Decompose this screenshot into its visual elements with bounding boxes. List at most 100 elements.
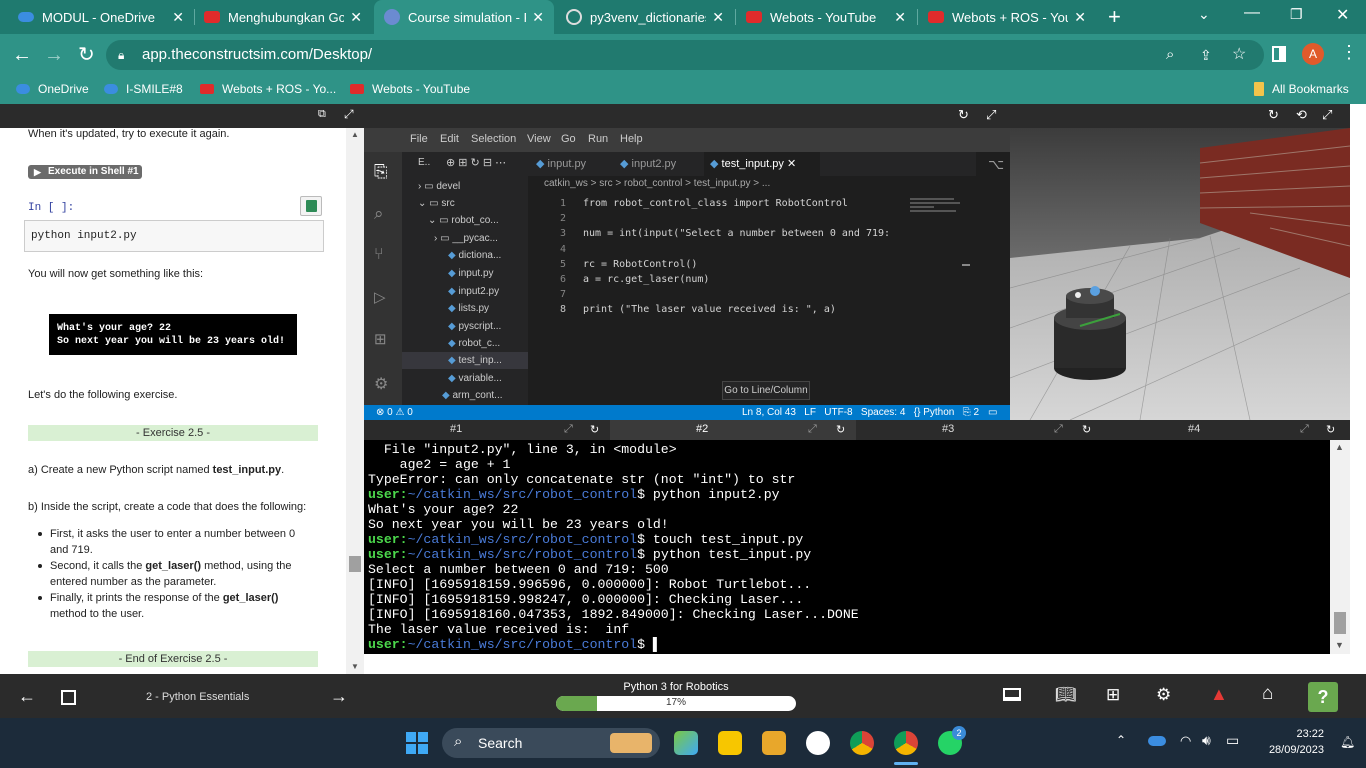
- file-explorer-icon[interactable]: [762, 731, 786, 755]
- bookmark-onedrive[interactable]: OneDrive: [16, 82, 89, 96]
- tab-shell-1[interactable]: #1: [450, 423, 462, 435]
- code-area[interactable]: 1 from robot_control_class import RobotC…: [528, 192, 900, 405]
- explorer-item[interactable]: ◆ arm_cont...: [442, 390, 503, 401]
- editor-tab[interactable]: ◆ input.py: [536, 152, 586, 176]
- close-icon[interactable]: ✕: [1074, 9, 1086, 26]
- run-debug-icon[interactable]: ▷: [374, 288, 386, 306]
- extensions-icon[interactable]: ⊞: [374, 330, 387, 348]
- explorer-item[interactable]: ◆ robot_c...: [448, 338, 500, 349]
- refresh-icon[interactable]: ↻: [1082, 423, 1091, 436]
- github-icon[interactable]: [806, 731, 830, 755]
- close-icon[interactable]: ✕: [894, 9, 906, 26]
- execute-shell-button[interactable]: ▶ Execute in Shell #1: [28, 165, 142, 179]
- volume-icon[interactable]: 🔊︎: [1202, 732, 1211, 749]
- clock-date[interactable]: 28/09/2023: [1254, 744, 1324, 756]
- copilot-icon[interactable]: [674, 731, 698, 755]
- notifications-icon[interactable]: 🔔︎: [1340, 735, 1355, 749]
- terminal-output[interactable]: File "input2.py", line 3, in <module> ag…: [364, 440, 1330, 654]
- menu-run[interactable]: Run: [588, 133, 608, 145]
- tab-shell-3[interactable]: #3: [942, 423, 954, 435]
- battery-icon[interactable]: ▭: [1226, 732, 1239, 749]
- minimize-button[interactable]: —: [1244, 4, 1260, 22]
- browser-tab-py3venv[interactable]: py3venv_dictionaries. ✕: [556, 0, 734, 34]
- menu-edit[interactable]: Edit: [440, 133, 459, 145]
- editor-tab[interactable]: ◆ input2.py: [620, 152, 676, 176]
- refresh-icon[interactable]: ↻: [1326, 423, 1335, 436]
- reset-icon[interactable]: ⟲: [1296, 107, 1307, 123]
- taskbar-search-box[interactable]: ⌕ Search: [442, 728, 660, 758]
- bookmark-webots-ros[interactable]: Webots + ROS - Yo...: [200, 82, 336, 96]
- menu-file[interactable]: File: [410, 133, 428, 145]
- expand-icon[interactable]: ⤢: [564, 423, 573, 436]
- chrome-profile-icon[interactable]: [894, 731, 918, 755]
- all-bookmarks[interactable]: All Bookmarks: [1254, 82, 1349, 96]
- simulation-view[interactable]: [1010, 128, 1350, 420]
- sticky-notes-icon[interactable]: [718, 731, 742, 755]
- explorer-item[interactable]: ◆ pyscript...: [448, 321, 501, 332]
- explorer-item[interactable]: ⌄ ▭ robot_co...: [428, 215, 499, 226]
- search-icon[interactable]: ⌕: [374, 204, 384, 224]
- explorer-item[interactable]: ◆ variable...: [448, 373, 502, 384]
- split-editor-icon[interactable]: ⌥: [988, 156, 1004, 173]
- address-bar[interactable]: 🔒︎ app.theconstructsim.com/Desktop/ ⌕ ⇪ …: [106, 40, 1264, 70]
- share-icon[interactable]: ⇪: [1200, 40, 1212, 70]
- refresh-icon[interactable]: ↻: [590, 423, 599, 436]
- zoom-icon[interactable]: ⌕: [1166, 40, 1174, 70]
- bookmark-webots[interactable]: Webots - YouTube: [350, 82, 470, 96]
- browser-tab-course[interactable]: Course simulation - R ✕: [374, 0, 554, 34]
- expand-icon[interactable]: ⤢: [1300, 423, 1309, 436]
- back-arrow-icon[interactable]: ←: [12, 42, 32, 68]
- menu-help[interactable]: Help: [620, 133, 643, 145]
- close-icon[interactable]: ✕: [172, 9, 184, 26]
- apps-grid-icon[interactable]: ⊞: [1106, 685, 1120, 705]
- close-window-button[interactable]: ✕: [1336, 5, 1349, 25]
- chevron-up-icon[interactable]: ⌃: [1116, 733, 1126, 747]
- refresh-icon[interactable]: ↻: [836, 423, 845, 436]
- tab-shell-2[interactable]: #2: [696, 423, 708, 435]
- help-button[interactable]: ?: [1308, 682, 1338, 712]
- refresh-icon[interactable]: ↻: [958, 107, 969, 123]
- files-icon[interactable]: ⎘: [374, 162, 388, 182]
- popout-icon[interactable]: ⧉: [318, 108, 326, 121]
- scrollbar-thumb[interactable]: [349, 556, 361, 572]
- clock-time[interactable]: 23:22: [1262, 728, 1324, 740]
- bookmark-ismile[interactable]: I-SMILE#8: [104, 82, 183, 96]
- menu-kebab-icon[interactable]: ⋮: [1340, 42, 1358, 63]
- explorer-item[interactable]: ◆ dictiona...: [448, 250, 501, 261]
- tab-shell-4[interactable]: #4: [1188, 423, 1200, 435]
- restore-button[interactable]: ❐: [1290, 6, 1303, 23]
- tab-search-icon[interactable]: ⌄: [1198, 6, 1210, 23]
- gear-icon[interactable]: ⚙: [374, 374, 388, 394]
- editor-tab-active[interactable]: ◆ test_input.py ✕: [704, 152, 820, 176]
- warning-icon[interactable]: ▲: [1210, 684, 1228, 705]
- explorer-item[interactable]: › ▭ devel: [418, 181, 460, 192]
- code-cell[interactable]: python input2.py: [24, 220, 324, 252]
- menu-view[interactable]: View: [527, 133, 551, 145]
- close-icon[interactable]: ✕: [350, 9, 362, 26]
- explorer-item[interactable]: ◆ lists.py: [448, 303, 489, 314]
- sidepanel-icon[interactable]: [1272, 46, 1286, 62]
- expand-icon[interactable]: ⤢: [986, 107, 996, 123]
- explorer-item-selected[interactable]: ◆ test_inp...: [448, 355, 502, 366]
- prev-arrow-icon[interactable]: ←: [18, 686, 36, 707]
- onedrive-icon[interactable]: [1148, 736, 1166, 746]
- explorer-item[interactable]: ◆ input.py: [448, 268, 494, 279]
- openai-icon[interactable]: ⚙: [1156, 685, 1171, 705]
- explorer-actions[interactable]: ⊕ ⊞ ↻ ⊟ ⋯: [446, 156, 506, 169]
- browser-tab-onedrive[interactable]: MODUL - OneDrive ✕: [8, 0, 194, 34]
- expand-icon[interactable]: ⤢: [1322, 107, 1332, 123]
- explorer-item[interactable]: ◆ input2.py: [448, 286, 499, 297]
- next-arrow-icon[interactable]: →: [330, 686, 348, 707]
- desktop-icon[interactable]: [1003, 688, 1021, 701]
- notebook-toggle-icon[interactable]: [61, 690, 76, 705]
- refresh-icon[interactable]: ↻: [1268, 107, 1279, 123]
- copy-button[interactable]: [300, 196, 322, 216]
- problems-status[interactable]: ⊗ 0 ⚠ 0: [376, 405, 413, 420]
- close-icon[interactable]: ✕: [532, 9, 544, 26]
- notebook-icon[interactable]: 📖︎: [1055, 685, 1077, 705]
- browser-tab-webots[interactable]: Webots - YouTube ✕: [736, 0, 916, 34]
- star-icon[interactable]: ☆: [1232, 40, 1246, 70]
- expand-icon[interactable]: ⤢: [808, 423, 817, 436]
- terminal-scrollbar[interactable]: ▲ ▼: [1330, 440, 1350, 654]
- expand-icon[interactable]: ⤢: [344, 107, 354, 122]
